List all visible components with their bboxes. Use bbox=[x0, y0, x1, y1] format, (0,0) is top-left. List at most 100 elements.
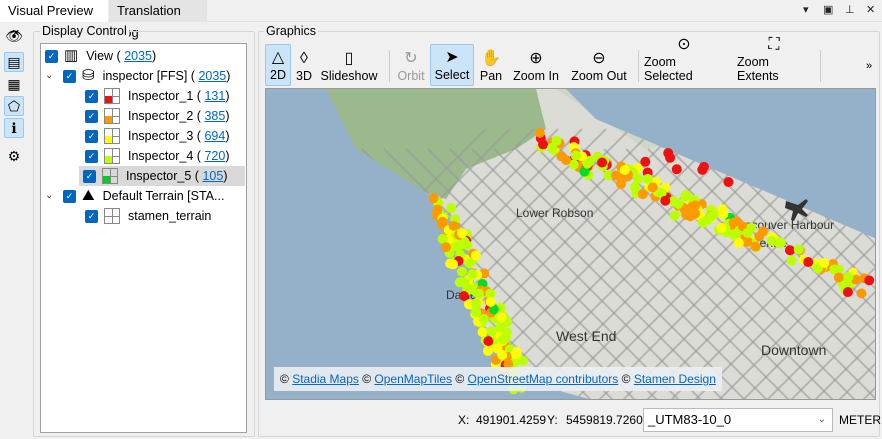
inspection-point bbox=[470, 250, 481, 261]
feature-count-link[interactable]: 2035 bbox=[124, 46, 152, 66]
tab-visual-preview[interactable]: Visual Preview × bbox=[0, 0, 108, 40]
link-openmaptiles[interactable]: OpenMapTiles bbox=[374, 372, 452, 386]
tree-item-label: Default Terrain [STA... bbox=[102, 189, 225, 203]
layer-checkbox[interactable]: ✓ bbox=[85, 129, 98, 143]
feature-count-link[interactable]: 131 bbox=[204, 86, 225, 106]
close-icon[interactable]: ✕ bbox=[866, 3, 875, 16]
tool-zoom-selected[interactable]: ⊙ Zoom Selected bbox=[640, 36, 728, 86]
feature-icon[interactable]: ⬠ bbox=[4, 96, 24, 116]
inspection-point bbox=[723, 177, 734, 188]
inspection-point bbox=[497, 349, 508, 360]
tool-orbit[interactable]: ↻ Orbit bbox=[394, 44, 428, 86]
settings-icon[interactable]: ⚙ bbox=[4, 146, 24, 166]
tree-item[interactable]: ✓ Inspector_1 ( 131) bbox=[85, 86, 229, 106]
inspection-point bbox=[786, 255, 797, 266]
link-osm[interactable]: OpenStreetMap contributors bbox=[468, 372, 619, 386]
map-label: Downtown bbox=[761, 342, 826, 358]
inspection-point bbox=[441, 242, 452, 253]
more-tools-button[interactable]: » bbox=[866, 60, 872, 72]
pin-icon[interactable]: ⊥ bbox=[845, 3, 855, 16]
layer-checkbox[interactable]: ✓ bbox=[85, 149, 98, 163]
paren: ) bbox=[152, 49, 157, 63]
tool-zoom-out[interactable]: ⊖ Zoom Out bbox=[566, 44, 632, 86]
tool-2d[interactable]: △ 2D bbox=[265, 44, 291, 86]
inspection-point bbox=[784, 245, 795, 256]
expand-chevron-icon[interactable]: ⌄ bbox=[45, 186, 57, 206]
tool-label: Slideshow bbox=[320, 69, 378, 83]
tree-item-label: Inspector_3 ( bbox=[128, 129, 201, 143]
link-stamen[interactable]: Stamen Design bbox=[634, 372, 716, 386]
layer-checkbox[interactable]: ✓ bbox=[45, 49, 58, 63]
raster-icon bbox=[104, 208, 120, 224]
inspection-point bbox=[642, 173, 653, 184]
inspection-point bbox=[471, 307, 482, 318]
inspection-point bbox=[665, 152, 676, 163]
select-icon: ➤ bbox=[445, 49, 459, 66]
layer-checkbox[interactable]: ✓ bbox=[63, 69, 76, 83]
tool-select[interactable]: ➤ Select bbox=[430, 44, 474, 86]
paren: ) bbox=[223, 169, 228, 183]
inspection-point bbox=[611, 170, 622, 181]
tab-translation-log[interactable]: Translation Log bbox=[109, 0, 207, 40]
tool-zoom-in[interactable]: ⊕ Zoom In bbox=[509, 44, 563, 86]
layer-checkbox[interactable]: ✓ bbox=[85, 109, 98, 123]
table-icon[interactable]: ▦ bbox=[4, 74, 24, 94]
tree-item[interactable]: ⌄ ✓ ⛁ inspector [FFS] ( 2035) bbox=[45, 66, 230, 86]
inspection-point bbox=[448, 259, 459, 270]
2d-icon: △ bbox=[271, 49, 285, 66]
inspection-point bbox=[819, 257, 830, 268]
layer-checkbox[interactable]: ✓ bbox=[85, 209, 98, 223]
tree-item-label: Inspector_4 ( bbox=[128, 149, 201, 163]
tool-label: Zoom Selected bbox=[644, 55, 693, 83]
display-control-icon[interactable]: ▤ bbox=[4, 52, 24, 72]
tool-slideshow[interactable]: ▯ Slideshow bbox=[318, 44, 380, 86]
toolbar-separator bbox=[820, 50, 821, 82]
paren: ) bbox=[225, 89, 230, 103]
feature-count-link[interactable]: 694 bbox=[204, 126, 225, 146]
tree-item[interactable]: ✓ stamen_terrain bbox=[85, 206, 211, 226]
tree-item[interactable]: ✓ ▥ View ( 2035) bbox=[45, 46, 156, 66]
inspection-point bbox=[660, 195, 671, 206]
tree-item[interactable]: ✓ Inspector_4 ( 720) bbox=[85, 146, 229, 166]
tree-item[interactable]: ✓ Inspector_3 ( 694) bbox=[85, 126, 229, 146]
side-toolbar: 👁 ▤ ▦ ⬠ ℹ ⚙ bbox=[0, 24, 30, 174]
inspection-point bbox=[538, 139, 549, 150]
units-label: METER bbox=[839, 413, 881, 427]
tree-item[interactable]: ✓ Inspector_5 ( 105) bbox=[79, 166, 245, 186]
zoom-extents-icon: ⛶ bbox=[768, 36, 780, 53]
tool-label: Zoom Extents bbox=[737, 55, 779, 83]
inspection-point bbox=[750, 241, 761, 252]
inspection-point bbox=[637, 189, 648, 200]
inspection-point bbox=[757, 226, 768, 237]
tool-pan[interactable]: ✋ Pan bbox=[476, 44, 506, 86]
expand-chevron-icon[interactable]: ⌄ bbox=[45, 66, 57, 86]
feature-count-link[interactable]: 105 bbox=[202, 166, 223, 186]
layer-checkbox[interactable]: ✓ bbox=[63, 189, 76, 203]
orbit-icon: ↻ bbox=[404, 50, 418, 67]
inspection-point bbox=[459, 291, 469, 301]
feature-count-link[interactable]: 385 bbox=[204, 106, 225, 126]
crs-select[interactable]: _UTM83-10_0 ⌄ bbox=[643, 408, 833, 432]
map-view[interactable]: Lower RobsonVancouver HarbourCentreDavie… bbox=[265, 88, 876, 400]
layer-checkbox[interactable]: ✓ bbox=[85, 89, 98, 103]
feature-count-link[interactable]: 720 bbox=[204, 146, 225, 166]
info-icon[interactable]: ℹ bbox=[4, 118, 24, 138]
tool-label: Select bbox=[434, 68, 470, 82]
tree-item-label: View ( bbox=[86, 49, 121, 63]
x-value: 491901.4259 bbox=[476, 413, 547, 427]
eye-cursor-icon[interactable]: 👁 bbox=[4, 26, 24, 46]
inspection-point bbox=[482, 345, 493, 356]
inspection-point bbox=[448, 220, 459, 231]
restore-icon[interactable]: ▣ bbox=[823, 3, 833, 16]
tree-item[interactable]: ⌄ ✓ ⛰ Default Terrain [STA... bbox=[45, 186, 224, 206]
link-stadia[interactable]: Stadia Maps bbox=[292, 372, 359, 386]
tool-zoom-extents[interactable]: ⛶ Zoom Extents bbox=[733, 36, 815, 86]
tool-3d[interactable]: ◊ 3D bbox=[292, 44, 316, 86]
tree-item[interactable]: ✓ Inspector_2 ( 385) bbox=[85, 106, 229, 126]
layer-checkbox[interactable]: ✓ bbox=[83, 169, 96, 183]
dropdown-icon[interactable]: ▾ bbox=[803, 3, 809, 16]
inspection-point bbox=[647, 182, 658, 193]
feature-count-link[interactable]: 2035 bbox=[198, 66, 226, 86]
inspection-point bbox=[640, 156, 651, 167]
inspection-point bbox=[697, 217, 708, 228]
